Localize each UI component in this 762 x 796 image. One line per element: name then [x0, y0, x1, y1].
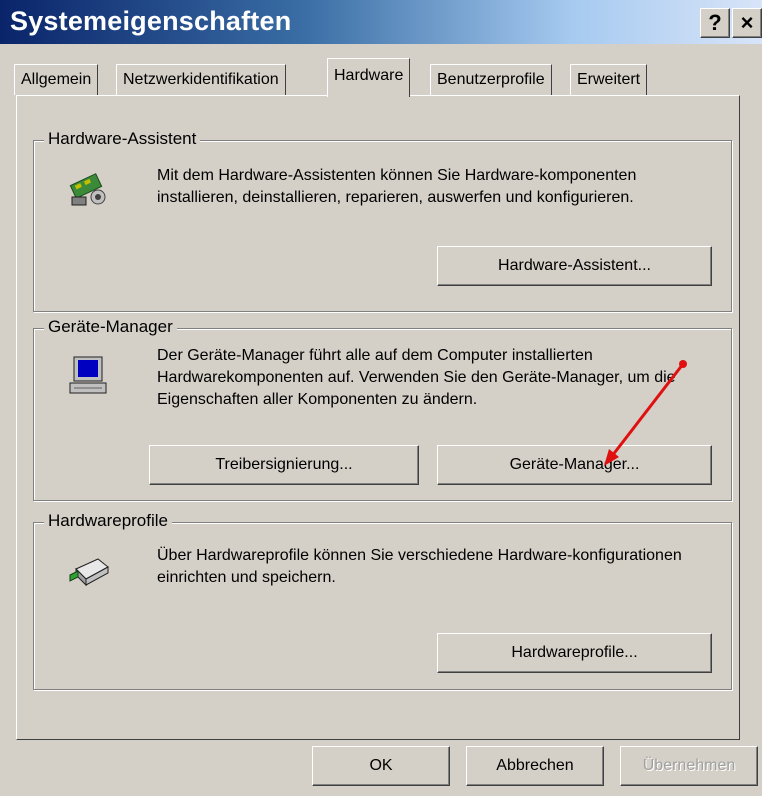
group-title: Hardware-Assistent	[44, 129, 201, 149]
cancel-button[interactable]: Abbrechen	[466, 746, 604, 786]
window-title: Systemeigenschaften	[10, 6, 292, 36]
driver-signing-button[interactable]: Treibersignierung...	[149, 445, 419, 485]
ok-button[interactable]: OK	[312, 746, 450, 786]
hardware-profiles-group: Hardwareprofile Über Hardwareprofile kön…	[33, 511, 732, 690]
apply-button: Übernehmen	[620, 746, 758, 786]
hardware-wizard-button[interactable]: Hardware-Assistent...	[437, 246, 712, 286]
computer-icon	[68, 355, 108, 395]
close-button[interactable]: ×	[732, 8, 762, 38]
hardware-profiles-icon	[68, 551, 109, 591]
device-manager-button[interactable]: Geräte-Manager...	[437, 445, 712, 485]
hardware-profiles-description: Über Hardwareprofile können Sie verschie…	[157, 547, 682, 586]
tab-benutzerprofile[interactable]: Benutzerprofile	[430, 64, 552, 95]
hardware-wizard-description: Mit dem Hardware-Assistenten können Sie …	[157, 167, 637, 206]
device-manager-group: Geräte-Manager Der Geräte-Manager führt …	[33, 317, 732, 501]
tab-netzwerkidentifikation[interactable]: Netzwerkidentifikation	[116, 64, 286, 95]
title-bar: Systemeigenschaften ? ×	[0, 0, 762, 44]
group-title: Hardwareprofile	[44, 511, 172, 531]
tab-erweitert[interactable]: Erweitert	[570, 64, 648, 95]
hardware-wizard-icon	[68, 167, 108, 207]
tab-hardware[interactable]: Hardware	[327, 58, 411, 97]
device-manager-description: Der Geräte-Manager führt alle auf dem Co…	[157, 347, 676, 408]
group-title: Geräte-Manager	[44, 317, 177, 337]
hardware-profiles-button[interactable]: Hardwareprofile...	[437, 633, 712, 673]
help-button[interactable]: ?	[700, 8, 730, 38]
tab-allgemein[interactable]: Allgemein	[14, 64, 99, 95]
hardware-wizard-group: Hardware-Assistent Mit dem Hardware-Assi…	[33, 129, 732, 312]
tab-strip: Allgemein Netzwerkidentifikation Hardwar…	[0, 56, 762, 97]
